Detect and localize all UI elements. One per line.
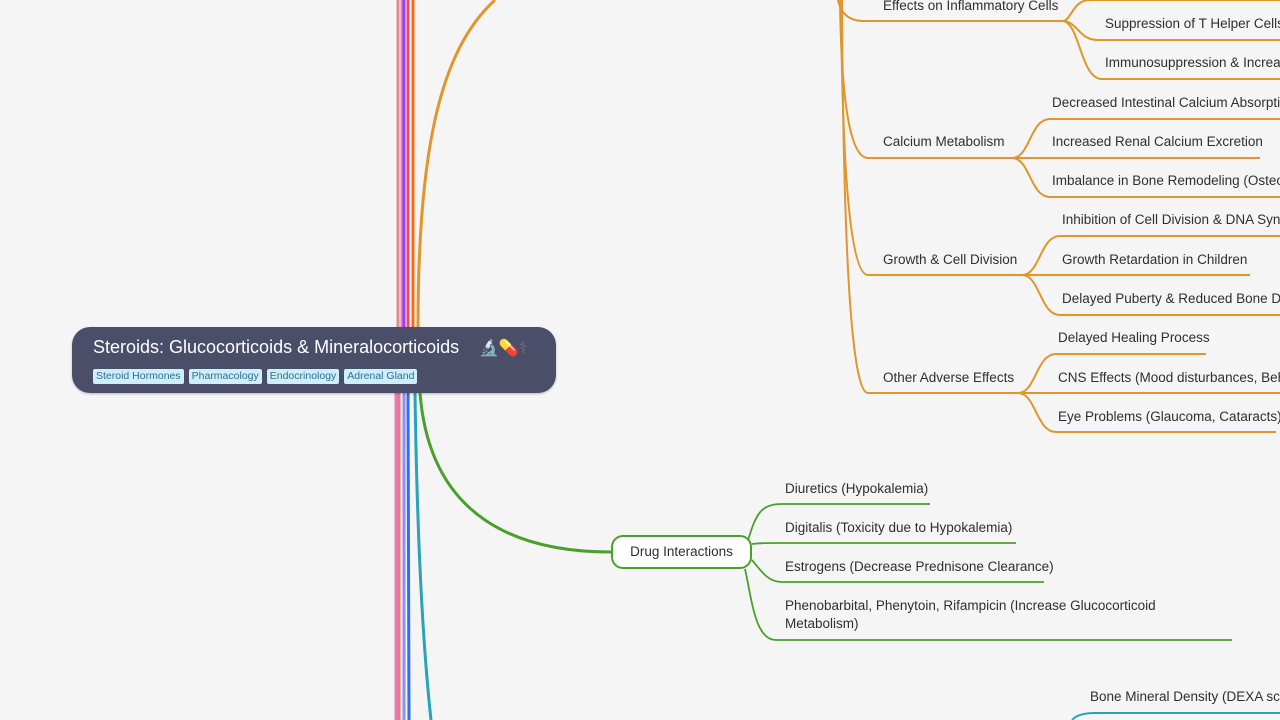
node-leaf[interactable]: Imbalance in Bone Remodeling (Osteo <box>1052 172 1280 190</box>
node-leaf[interactable]: Bone Mineral Density (DEXA scar <box>1090 688 1280 706</box>
root-tags: Steroid Hormones Pharmacology Endocrinol… <box>93 369 418 384</box>
node-growth-cell-division[interactable]: Growth & Cell Division <box>883 251 1017 269</box>
node-leaf[interactable]: Eye Problems (Glaucoma, Cataracts) <box>1058 408 1280 426</box>
node-leaf[interactable]: Delayed Puberty & Reduced Bone De <box>1062 290 1280 308</box>
node-calcium-metabolism[interactable]: Calcium Metabolism <box>883 133 1005 151</box>
node-inflammatory-cells[interactable]: Effects on Inflammatory Cells <box>883 0 1058 15</box>
tag[interactable]: Steroid Hormones <box>93 369 184 384</box>
edge-other-adverse <box>841 0 1018 394</box>
root-title: Steroids: Glucocorticoids & Mineralocort… <box>93 337 460 357</box>
node-leaf[interactable]: Diuretics (Hypokalemia) <box>785 480 928 498</box>
root-node[interactable]: Steroids: Glucocorticoids & Mineralocort… <box>72 327 556 393</box>
node-leaf[interactable]: Delayed Healing Process <box>1058 329 1210 347</box>
node-leaf[interactable]: Phenobarbital, Phenytoin, Rifampicin (In… <box>785 597 1185 633</box>
tag[interactable]: Pharmacology <box>188 369 262 384</box>
root-emoji-icons: 🔬💊⚕ <box>479 338 528 358</box>
node-other-adverse-effects[interactable]: Other Adverse Effects <box>883 369 1014 387</box>
edge-adverse-effects <box>416 0 497 328</box>
node-leaf[interactable]: Estrogens (Decrease Prednisone Clearance… <box>785 558 1054 576</box>
node-drug-interactions[interactable]: Drug Interactions <box>611 535 752 569</box>
edge-child <box>1071 712 1280 720</box>
pill-icon: 💊 <box>498 340 519 357</box>
tag[interactable]: Adrenal Gland <box>344 369 418 384</box>
node-leaf[interactable]: CNS Effects (Mood disturbances, Beha <box>1058 369 1280 387</box>
edge-child <box>751 542 1016 545</box>
node-leaf[interactable]: Growth Retardation in Children <box>1062 251 1247 269</box>
node-leaf[interactable]: Digitalis (Toxicity due to Hypokalemia) <box>785 519 1012 537</box>
tag[interactable]: Endocrinology <box>266 369 340 384</box>
caduceus-icon: ⚕ <box>518 340 528 357</box>
node-leaf[interactable]: Increased Renal Calcium Excretion <box>1052 133 1263 151</box>
microscope-icon: 🔬 <box>479 340 499 357</box>
node-drug-interactions-label: Drug Interactions <box>630 544 733 559</box>
edge-drug-interactions <box>418 392 612 554</box>
node-leaf[interactable]: Immunosuppression & Increa <box>1105 54 1280 72</box>
trunk-line <box>406 392 411 720</box>
node-leaf[interactable]: Suppression of T Helper Cells <box>1105 15 1280 33</box>
node-leaf[interactable]: Decreased Intestinal Calcium Absorpti <box>1052 94 1280 112</box>
node-leaf[interactable]: Inhibition of Cell Division & DNA Synt <box>1062 211 1280 229</box>
